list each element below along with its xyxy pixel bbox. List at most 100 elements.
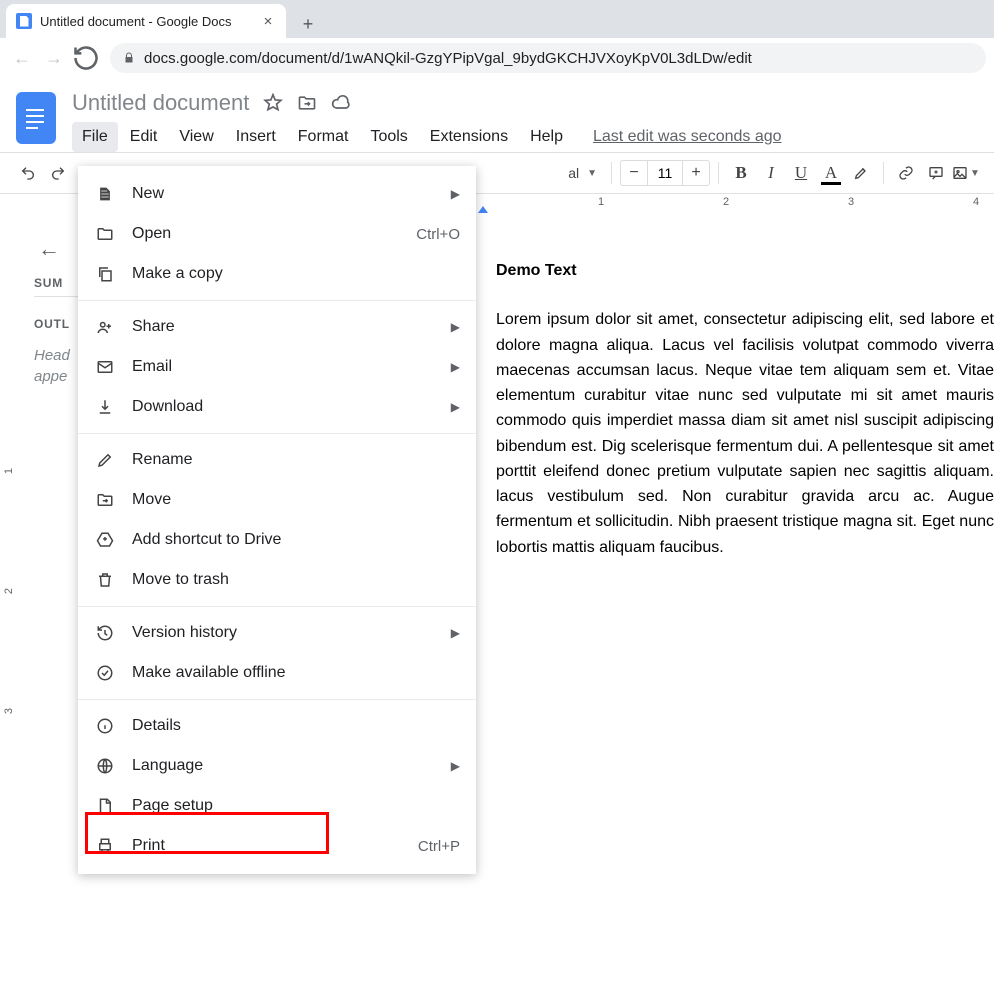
paragraph-style-dropdown[interactable]: al▼	[562, 165, 603, 181]
browser-tab-strip: Untitled document - Google Docs × +	[0, 0, 994, 38]
undo-button[interactable]	[14, 159, 42, 187]
share-icon	[94, 316, 116, 338]
docs-header: Untitled document File Edit View Insert …	[0, 78, 994, 152]
font-size-value[interactable]: 11	[647, 161, 683, 185]
separator	[883, 162, 884, 184]
move-to-folder-icon[interactable]	[297, 93, 317, 113]
menu-insert[interactable]: Insert	[226, 122, 286, 152]
copy-icon	[94, 263, 116, 285]
vertical-ruler[interactable]: 1 2 3	[0, 218, 20, 984]
menu-move[interactable]: Move	[78, 480, 476, 520]
add-comment-button[interactable]	[922, 159, 950, 187]
separator	[718, 162, 719, 184]
submenu-arrow-icon: ▶	[451, 320, 460, 334]
menu-details[interactable]: Details	[78, 706, 476, 746]
menu-separator	[78, 300, 476, 301]
menu-trash[interactable]: Move to trash	[78, 560, 476, 600]
collapse-outline-button[interactable]: ←	[34, 234, 64, 264]
menu-file[interactable]: File	[72, 122, 118, 152]
drive-shortcut-icon	[94, 529, 116, 551]
cloud-status-icon[interactable]	[331, 93, 351, 113]
tab-title: Untitled document - Google Docs	[40, 14, 260, 29]
insert-link-button[interactable]	[892, 159, 920, 187]
move-icon	[94, 489, 116, 511]
last-edit-link[interactable]: Last edit was seconds ago	[593, 122, 782, 152]
indent-marker-icon[interactable]	[478, 206, 488, 213]
menu-add-shortcut[interactable]: Add shortcut to Drive	[78, 520, 476, 560]
file-menu-dropdown: New ▶ Open Ctrl+O Make a copy Share ▶ Em…	[78, 166, 476, 874]
url-box[interactable]: docs.google.com/document/d/1wANQkil-GzgY…	[110, 43, 986, 73]
submenu-arrow-icon: ▶	[451, 626, 460, 640]
highlight-button[interactable]	[847, 159, 875, 187]
trash-icon	[94, 569, 116, 591]
font-size-control: − 11 +	[620, 160, 710, 186]
menu-extensions[interactable]: Extensions	[420, 122, 518, 152]
menu-page-setup[interactable]: Page setup	[78, 786, 476, 826]
document-canvas[interactable]: Demo Text Lorem ipsum dolor sit amet, co…	[476, 218, 994, 984]
menu-tools[interactable]: Tools	[360, 122, 417, 152]
url-text: docs.google.com/document/d/1wANQkil-GzgY…	[144, 50, 752, 67]
doc-body[interactable]: Lorem ipsum dolor sit amet, consectetur …	[496, 307, 994, 560]
document-title[interactable]: Untitled document	[72, 90, 249, 116]
docs-logo[interactable]	[16, 92, 56, 144]
star-icon[interactable]	[263, 93, 283, 113]
italic-button[interactable]: I	[757, 159, 785, 187]
offline-icon	[94, 662, 116, 684]
download-icon	[94, 396, 116, 418]
menu-help[interactable]: Help	[520, 122, 573, 152]
forward-button[interactable]: →	[40, 44, 68, 72]
print-icon	[94, 835, 116, 857]
bold-button[interactable]: B	[727, 159, 755, 187]
menu-open[interactable]: Open Ctrl+O	[78, 214, 476, 254]
outline-hint: Head appe	[34, 345, 78, 387]
decrease-font-button[interactable]: −	[621, 160, 647, 186]
browser-tab[interactable]: Untitled document - Google Docs ×	[6, 4, 286, 38]
submenu-arrow-icon: ▶	[451, 187, 460, 201]
menu-make-copy[interactable]: Make a copy	[78, 254, 476, 294]
menu-email[interactable]: Email ▶	[78, 347, 476, 387]
info-icon	[94, 715, 116, 737]
menu-offline[interactable]: Make available offline	[78, 653, 476, 693]
menu-share[interactable]: Share ▶	[78, 307, 476, 347]
close-tab-icon[interactable]: ×	[260, 13, 276, 29]
submenu-arrow-icon: ▶	[451, 759, 460, 773]
folder-icon	[94, 223, 116, 245]
doc-heading[interactable]: Demo Text	[496, 258, 994, 283]
menu-download[interactable]: Download ▶	[78, 387, 476, 427]
separator	[611, 162, 612, 184]
menu-separator	[78, 606, 476, 607]
rename-icon	[94, 449, 116, 471]
menu-rename[interactable]: Rename	[78, 440, 476, 480]
outline-panel: ← SUM OUTL Head appe	[20, 218, 78, 984]
history-icon	[94, 622, 116, 644]
page-icon	[94, 795, 116, 817]
summary-label: SUM	[34, 276, 78, 290]
reload-button[interactable]	[72, 44, 100, 72]
document-icon	[94, 183, 116, 205]
menu-version-history[interactable]: Version history ▶	[78, 613, 476, 653]
menu-separator	[78, 699, 476, 700]
lock-icon	[122, 51, 136, 65]
menu-separator	[78, 433, 476, 434]
text-color-button[interactable]: A	[817, 159, 845, 187]
menu-format[interactable]: Format	[288, 122, 359, 152]
redo-button[interactable]	[44, 159, 72, 187]
underline-button[interactable]: U	[787, 159, 815, 187]
email-icon	[94, 356, 116, 378]
new-tab-button[interactable]: +	[294, 10, 322, 38]
chevron-down-icon: ▼	[970, 168, 980, 179]
docs-favicon	[16, 13, 32, 29]
back-button[interactable]: ←	[8, 44, 36, 72]
chevron-down-icon: ▼	[587, 168, 597, 179]
menubar: File Edit View Insert Format Tools Exten…	[72, 122, 782, 152]
browser-address-bar: ← → docs.google.com/document/d/1wANQkil-…	[0, 38, 994, 78]
menu-new[interactable]: New ▶	[78, 174, 476, 214]
menu-view[interactable]: View	[169, 122, 223, 152]
increase-font-button[interactable]: +	[683, 160, 709, 186]
insert-image-button[interactable]: ▼	[952, 159, 980, 187]
submenu-arrow-icon: ▶	[451, 400, 460, 414]
menu-language[interactable]: Language ▶	[78, 746, 476, 786]
outline-label: OUTL	[34, 317, 78, 331]
menu-edit[interactable]: Edit	[120, 122, 168, 152]
menu-print[interactable]: Print Ctrl+P	[78, 826, 476, 866]
